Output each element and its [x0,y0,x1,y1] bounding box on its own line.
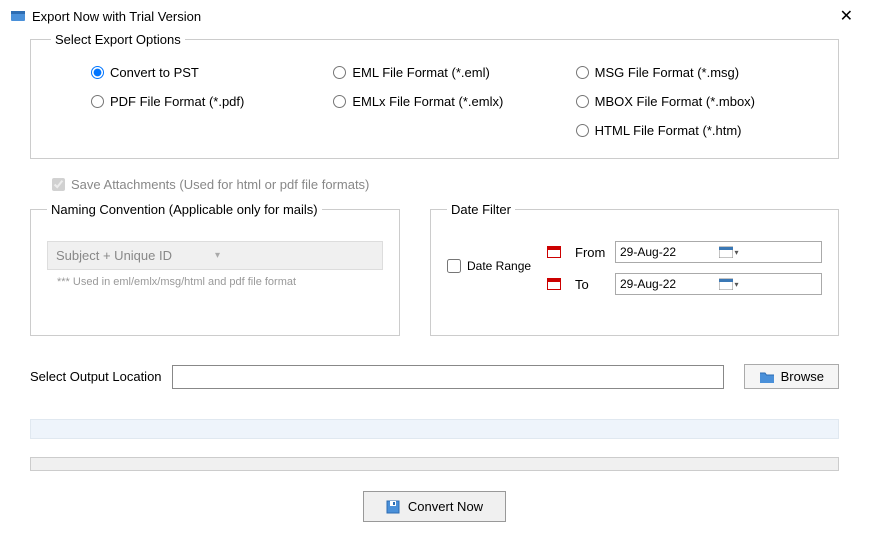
browse-button[interactable]: Browse [744,364,839,389]
export-options-legend: Select Export Options [51,32,185,47]
radio-pdf[interactable]: PDF File Format (*.pdf) [91,94,333,109]
close-icon[interactable]: ✕ [834,6,859,26]
naming-hint: *** Used in eml/emlx/msg/html and pdf fi… [47,276,383,288]
progress-bar [30,457,839,471]
output-location-input[interactable] [172,365,724,389]
radio-mbox[interactable]: MBOX File Format (*.mbox) [576,94,818,109]
save-attachments-input [52,178,65,191]
date-range-checkbox[interactable]: Date Range [447,259,547,273]
date-filter-group: Date Filter Date Range From 29-Aug-22 [430,202,839,336]
datepicker-icon[interactable]: ▾ [719,246,818,258]
date-filter-legend: Date Filter [447,202,515,217]
naming-dropdown: Subject + Unique ID ▾ [47,241,383,270]
radio-eml[interactable]: EML File Format (*.eml) [333,65,575,80]
to-date-input[interactable]: 29-Aug-22 ▾ [615,273,822,295]
radio-emlx[interactable]: EMLx File Format (*.emlx) [333,94,575,109]
naming-convention-group: Naming Convention (Applicable only for m… [30,202,400,336]
radio-html[interactable]: HTML File Format (*.htm) [576,123,818,138]
radio-convert-pst[interactable]: Convert to PST [91,65,333,80]
app-icon [10,8,26,24]
calendar-icon [547,246,561,258]
status-bar [30,419,839,439]
from-date-input[interactable]: 29-Aug-22 ▾ [615,241,822,263]
convert-now-button[interactable]: Convert Now [363,491,506,522]
from-label: From [575,245,615,260]
output-location-row: Select Output Location Browse [30,364,839,389]
window-title: Export Now with Trial Version [32,9,834,24]
radio-msg[interactable]: MSG File Format (*.msg) [576,65,818,80]
datepicker-icon[interactable]: ▾ [719,278,818,290]
to-label: To [575,277,615,292]
save-attachments-checkbox: Save Attachments (Used for html or pdf f… [52,177,839,192]
chevron-down-icon: ▾ [215,250,374,261]
naming-legend: Naming Convention (Applicable only for m… [47,202,322,217]
output-location-label: Select Output Location [30,369,162,384]
title-bar: Export Now with Trial Version ✕ [0,0,869,32]
calendar-icon [547,278,561,290]
export-options-group: Select Export Options Convert to PST EML… [30,32,839,159]
